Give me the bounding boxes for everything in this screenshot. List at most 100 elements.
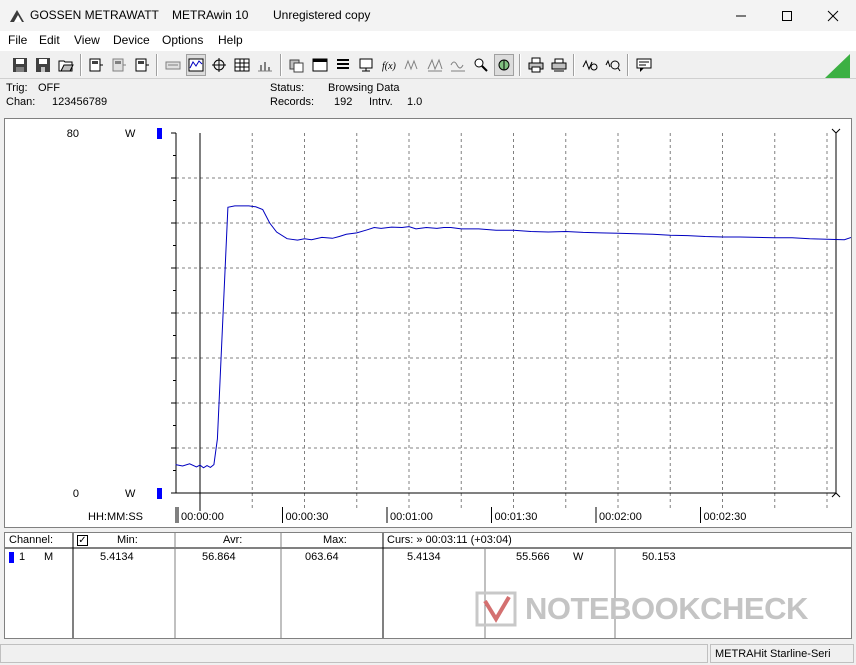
maximize-button[interactable] xyxy=(764,0,810,31)
menu-options[interactable]: Options xyxy=(162,33,203,47)
save-as-button[interactable] xyxy=(33,54,53,76)
x-tick-label: 00:00:30 xyxy=(286,511,329,523)
status-label: Status: xyxy=(270,82,305,94)
message-button[interactable] xyxy=(634,54,654,76)
copy-button[interactable] xyxy=(287,54,307,76)
waveform-1-button[interactable] xyxy=(402,54,422,76)
keyboard-button[interactable] xyxy=(163,54,183,76)
status-value: Browsing Data xyxy=(328,82,400,94)
waveform-2-button[interactable] xyxy=(425,54,445,76)
chan-value: 123456789 xyxy=(52,96,108,108)
toolbar-separator xyxy=(573,54,575,76)
status-panel: Trig: OFF Chan: 123456789 Status: Browsi… xyxy=(0,79,856,113)
print-preview-icon xyxy=(551,58,567,72)
minimize-icon xyxy=(736,15,746,16)
open-button[interactable] xyxy=(56,54,76,76)
x-tick-label: 00:01:30 xyxy=(495,511,538,523)
x-tick-label: 00:00:00 xyxy=(181,511,224,523)
menu-file[interactable]: File xyxy=(8,33,27,47)
trigger-button[interactable] xyxy=(494,54,514,76)
waveform-3-button[interactable] xyxy=(448,54,468,76)
toolbar-separator xyxy=(156,54,158,76)
graph-panel[interactable]: 80 0 W W HH:MM:SS 00:00:00 00:00:30 00:01:00 00:… xyxy=(4,118,852,528)
waveform-1-icon xyxy=(404,59,418,71)
monitor-button[interactable] xyxy=(356,54,376,76)
toolbar-separator xyxy=(80,54,82,76)
menu-view[interactable]: View xyxy=(74,33,100,47)
registration-status: Unregistered copy xyxy=(273,8,371,22)
interval-label: Intrv. xyxy=(369,96,393,108)
print-button[interactable] xyxy=(526,54,546,76)
print-preview-button[interactable] xyxy=(549,54,569,76)
save-button[interactable] xyxy=(10,54,30,76)
device-name: METRAHit Starline-Seri xyxy=(715,648,831,660)
data-table-panel: Channel: ✓ Min: Avr: Max: Curs: » 00:03:… xyxy=(4,532,852,639)
copy-icon xyxy=(289,59,304,73)
trig-label: Trig: xyxy=(6,82,28,94)
title-bar: GOSSEN METRAWATT METRAwin 10 Unregistere… xyxy=(0,0,856,31)
fx-button[interactable]: f(x) xyxy=(379,54,399,76)
toolbar: f(x) xyxy=(0,51,856,79)
device-2-button[interactable] xyxy=(109,54,129,76)
product-name: METRAwin 10 xyxy=(172,8,249,22)
channel-checkbox[interactable]: ✓ xyxy=(77,535,88,546)
window-icon xyxy=(312,58,328,72)
zoom-button[interactable] xyxy=(471,54,491,76)
cursor-avg-value: 50.153 xyxy=(642,551,676,563)
chan-label: Chan: xyxy=(6,96,36,108)
channel-id: M xyxy=(44,551,54,563)
x-tick-label: 00:01:00 xyxy=(390,511,433,523)
table-view-button[interactable] xyxy=(232,54,252,76)
y-min-label: 0 xyxy=(73,488,79,500)
device-1-icon xyxy=(89,58,103,72)
device-1-button[interactable] xyxy=(86,54,106,76)
measure-button[interactable] xyxy=(580,54,600,76)
device-3-button[interactable] xyxy=(132,54,152,76)
cursor-bottom-arrow-icon xyxy=(831,492,841,498)
cursor-top-arrow-icon xyxy=(831,128,841,134)
close-icon xyxy=(827,10,839,21)
watermark-logo-icon xyxy=(475,591,517,627)
menu-device[interactable]: Device xyxy=(113,33,150,47)
power-chart[interactable]: 80 0 W W HH:MM:SS 00:00:00 00:00:30 00:01:00 00:… xyxy=(5,119,851,527)
channel-top-marker xyxy=(157,128,162,139)
avr-header: Avr: xyxy=(223,534,243,546)
app-name: GOSSEN METRAWATT xyxy=(30,8,159,22)
toolbar-separator xyxy=(519,54,521,76)
menu-bar: File Edit View Device Options Help xyxy=(0,31,856,51)
min-header: Min: xyxy=(117,534,138,546)
channel-header: Channel: xyxy=(9,534,54,546)
window-button[interactable] xyxy=(310,54,330,76)
interval-value: 1.0 xyxy=(407,96,423,108)
waveform-3-icon xyxy=(450,61,465,72)
records-value: 192 xyxy=(334,96,353,108)
cursor-button[interactable] xyxy=(209,54,229,76)
max-header: Max: xyxy=(323,534,347,546)
channel-bottom-marker xyxy=(157,488,162,499)
menu-help[interactable]: Help xyxy=(218,33,243,47)
avr-value: 56.864 xyxy=(202,551,236,563)
close-button[interactable] xyxy=(810,0,856,31)
channel-color-marker xyxy=(9,552,14,563)
x-axis-label: HH:MM:SS xyxy=(88,511,143,523)
max-value: 063.64 xyxy=(305,551,339,563)
watermark-text: NOTEBOOKCHECK xyxy=(525,591,808,626)
list-button[interactable] xyxy=(333,54,353,76)
y-unit-bottom-label: W xyxy=(125,488,136,500)
min-value: 5.4134 xyxy=(100,551,134,563)
y-unit-top-label: W xyxy=(125,128,136,140)
fx-icon: f(x) xyxy=(382,61,397,72)
monitor-icon xyxy=(359,58,373,72)
message-icon xyxy=(636,58,652,72)
device-2-icon xyxy=(112,58,126,72)
table-row[interactable]: 1 M 5.4134 56.864 063.64 5.4134 55.566 W… xyxy=(5,550,851,566)
minimize-button[interactable] xyxy=(718,0,764,31)
search-button[interactable] xyxy=(603,54,623,76)
histogram-button[interactable] xyxy=(255,54,275,76)
menu-edit[interactable]: Edit xyxy=(39,33,60,47)
trig-value: OFF xyxy=(38,82,60,94)
table-view-icon xyxy=(234,58,250,72)
app-icon[interactable] xyxy=(9,8,25,24)
cursor-start-value: 5.4134 xyxy=(407,551,441,563)
graph-view-button[interactable] xyxy=(186,54,206,76)
